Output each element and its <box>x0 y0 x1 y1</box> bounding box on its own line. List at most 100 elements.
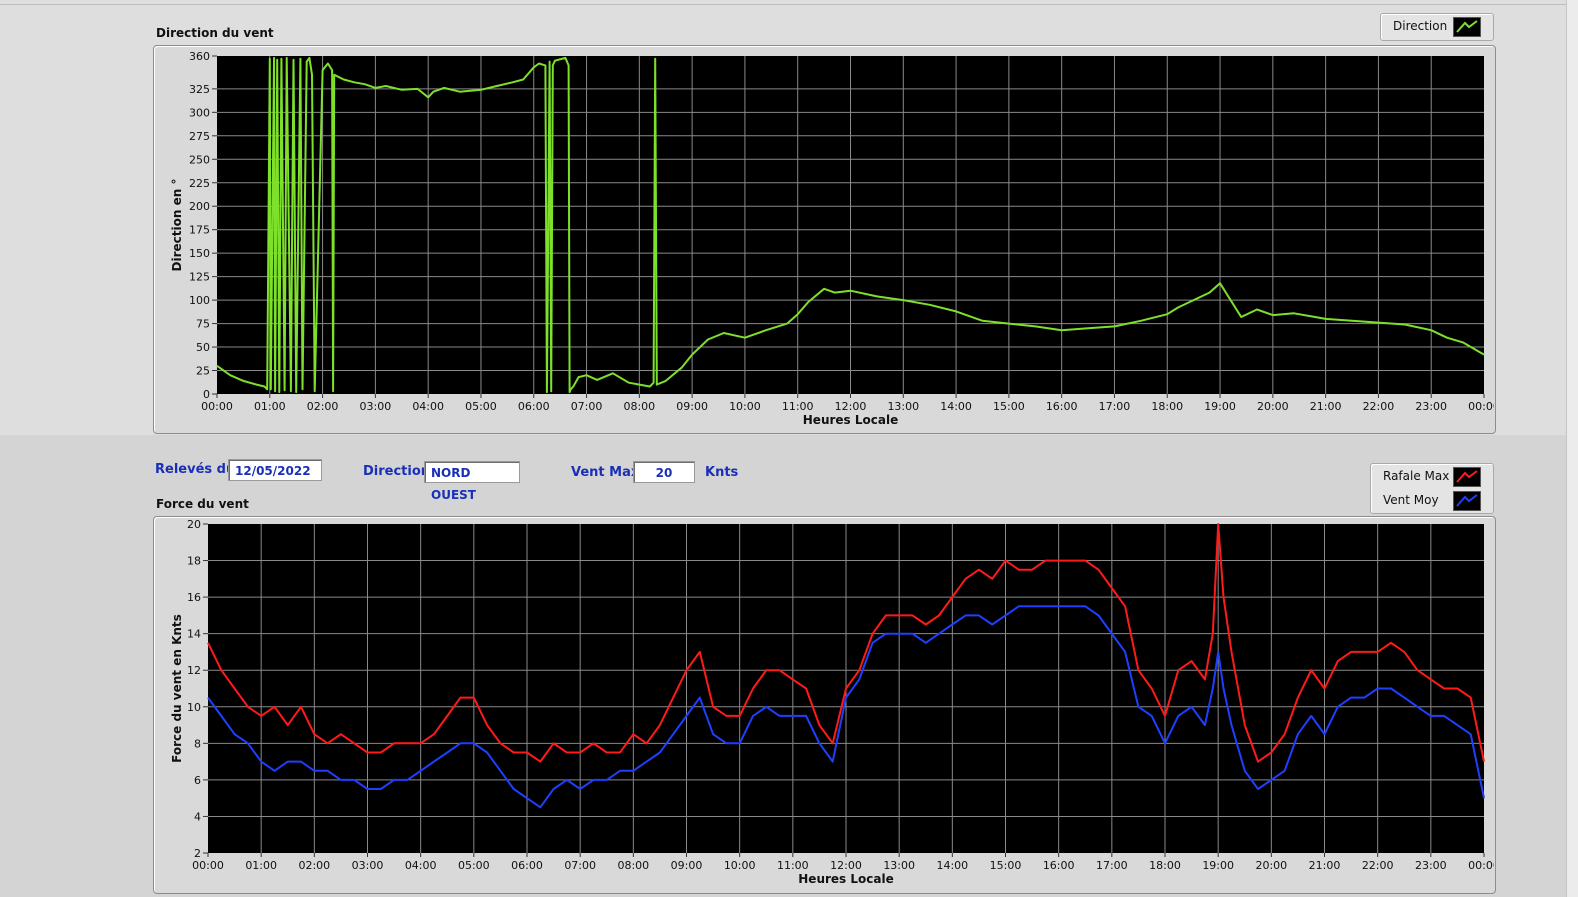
x-tick-label: 19:00 <box>1204 400 1236 413</box>
window-top-divider <box>0 4 1566 5</box>
x-tick-label: 07:00 <box>571 400 603 413</box>
x-axis-label: Heures Locale <box>798 872 893 886</box>
date-label: Relevés du <box>155 462 236 477</box>
x-tick-label: 23:00 <box>1415 859 1447 872</box>
vent-max-field[interactable]: 20 <box>633 461 695 483</box>
force-panel-title: Force du vent <box>156 497 249 511</box>
legend-label-rafale-max: Rafale Max <box>1383 469 1450 483</box>
direction-chart: 00:00 01:00 02:00 03:00 04:00 05:00 06:00 07:00… <box>170 50 1494 427</box>
direction-label: Direction <box>363 464 431 479</box>
x-tick-label: 13:00 <box>887 400 919 413</box>
y-tick-label: 300 <box>189 106 210 119</box>
y-tick-label: 250 <box>189 153 210 166</box>
y-tick-label: 75 <box>196 318 210 331</box>
vent-max-label: Vent Max <box>571 465 640 480</box>
legend-item-rafale-max[interactable]: Rafale Max <box>1371 464 1493 488</box>
x-tick-label: 00:00 <box>201 400 233 413</box>
x-tick-label: 14:00 <box>936 859 968 872</box>
y-tick-label: 10 <box>187 701 201 714</box>
x-tick-label: 21:00 <box>1310 400 1342 413</box>
direction-field[interactable]: NORD OUEST <box>424 461 520 502</box>
y-tick-label: 2 <box>194 847 201 860</box>
x-tick-label: 10:00 <box>729 400 761 413</box>
y-tick-label: 4 <box>194 810 201 823</box>
y-axis-label: Force du vent en Knts <box>170 614 184 763</box>
x-tick-label: 01:00 <box>254 400 286 413</box>
legend-label-vent-moy: Vent Moy <box>1383 493 1439 507</box>
x-tick-label: 16:00 <box>1046 400 1078 413</box>
x-tick-label: 18:00 <box>1149 859 1181 872</box>
y-tick-label: 100 <box>189 294 210 307</box>
y-tick-label: 20 <box>187 518 201 531</box>
y-tick-label: 50 <box>196 341 210 354</box>
y-tick-label: 225 <box>189 177 210 190</box>
y-tick-label: 6 <box>194 774 201 787</box>
x-axis-label: Heures Locale <box>803 413 898 427</box>
x-tick-label: 06:00 <box>518 400 550 413</box>
x-tick-label: 20:00 <box>1255 859 1287 872</box>
x-tick-label: 09:00 <box>671 859 703 872</box>
vent-max-unit: Knts <box>705 465 739 480</box>
x-tick-label: 19:00 <box>1202 859 1234 872</box>
y-tick-label: 14 <box>187 628 201 641</box>
y-tick-label: 16 <box>187 591 201 604</box>
y-tick-label: 275 <box>189 130 210 143</box>
x-tick-label: 03:00 <box>352 859 384 872</box>
x-tick-label: 05:00 <box>465 400 497 413</box>
x-tick-label: 01:00 <box>245 859 277 872</box>
x-tick-label: 18:00 <box>1151 400 1183 413</box>
y-tick-label: 25 <box>196 365 210 378</box>
x-tick-label: 07:00 <box>564 859 596 872</box>
x-tick-label: 11:00 <box>777 859 809 872</box>
x-tick-label: 02:00 <box>307 400 339 413</box>
x-tick-label: 13:00 <box>883 859 915 872</box>
date-field[interactable]: 12/05/2022 <box>228 459 322 481</box>
window-right-edge <box>1566 0 1578 897</box>
x-tick-label: 10:00 <box>724 859 756 872</box>
x-tick-label: 17:00 <box>1099 400 1131 413</box>
x-tick-label: 21:00 <box>1309 859 1341 872</box>
y-axis-label: Direction en ° <box>170 179 184 272</box>
y-tick-label: 200 <box>189 200 210 213</box>
line-icon-red <box>1453 467 1481 487</box>
y-tick-label: 12 <box>187 664 201 677</box>
y-tick-label: 325 <box>189 83 210 96</box>
x-tick-label: 14:00 <box>940 400 972 413</box>
x-tick-label: 00:00 <box>192 859 224 872</box>
direction-panel-title: Direction du vent <box>156 26 274 40</box>
y-tick-label: 0 <box>203 388 210 401</box>
x-tick-label: 22:00 <box>1363 400 1395 413</box>
y-tick-label: 125 <box>189 271 210 284</box>
x-tick-label: 03:00 <box>360 400 392 413</box>
x-tick-label: 12:00 <box>830 859 862 872</box>
x-tick-label: 20:00 <box>1257 400 1289 413</box>
x-tick-label: 16:00 <box>1043 859 1075 872</box>
y-tick-label: 8 <box>194 737 201 750</box>
x-tick-label: 02:00 <box>298 859 330 872</box>
x-tick-label: 15:00 <box>993 400 1025 413</box>
y-tick-label: 150 <box>189 247 210 260</box>
force-legend[interactable]: Rafale Max Vent Moy <box>1370 463 1494 514</box>
y-tick-label: 360 <box>189 50 210 63</box>
x-tick-label: 09:00 <box>676 400 708 413</box>
x-tick-label: 08:00 <box>617 859 649 872</box>
x-tick-label: 00:00 <box>1468 400 1494 413</box>
x-tick-label: 05:00 <box>458 859 490 872</box>
force-chart: 00:00 01:00 02:00 03:00 04:00 05:00 06:00 07:00… <box>170 518 1494 886</box>
line-icon-blue <box>1453 491 1481 511</box>
direction-legend[interactable]: Direction <box>1380 13 1494 41</box>
line-icon-green <box>1453 17 1481 37</box>
x-tick-label: 17:00 <box>1096 859 1128 872</box>
x-tick-label: 23:00 <box>1415 400 1447 413</box>
x-tick-label: 06:00 <box>511 859 543 872</box>
x-tick-label: 04:00 <box>412 400 444 413</box>
y-tick-label: 175 <box>189 224 210 237</box>
legend-label-direction: Direction <box>1393 19 1448 33</box>
legend-item-direction[interactable]: Direction <box>1381 14 1493 38</box>
x-tick-label: 00:00 <box>1468 859 1494 872</box>
legend-item-vent-moy[interactable]: Vent Moy <box>1371 488 1493 512</box>
x-tick-label: 04:00 <box>405 859 437 872</box>
x-tick-label: 15:00 <box>990 859 1022 872</box>
x-tick-label: 12:00 <box>835 400 867 413</box>
y-tick-label: 18 <box>187 555 201 568</box>
